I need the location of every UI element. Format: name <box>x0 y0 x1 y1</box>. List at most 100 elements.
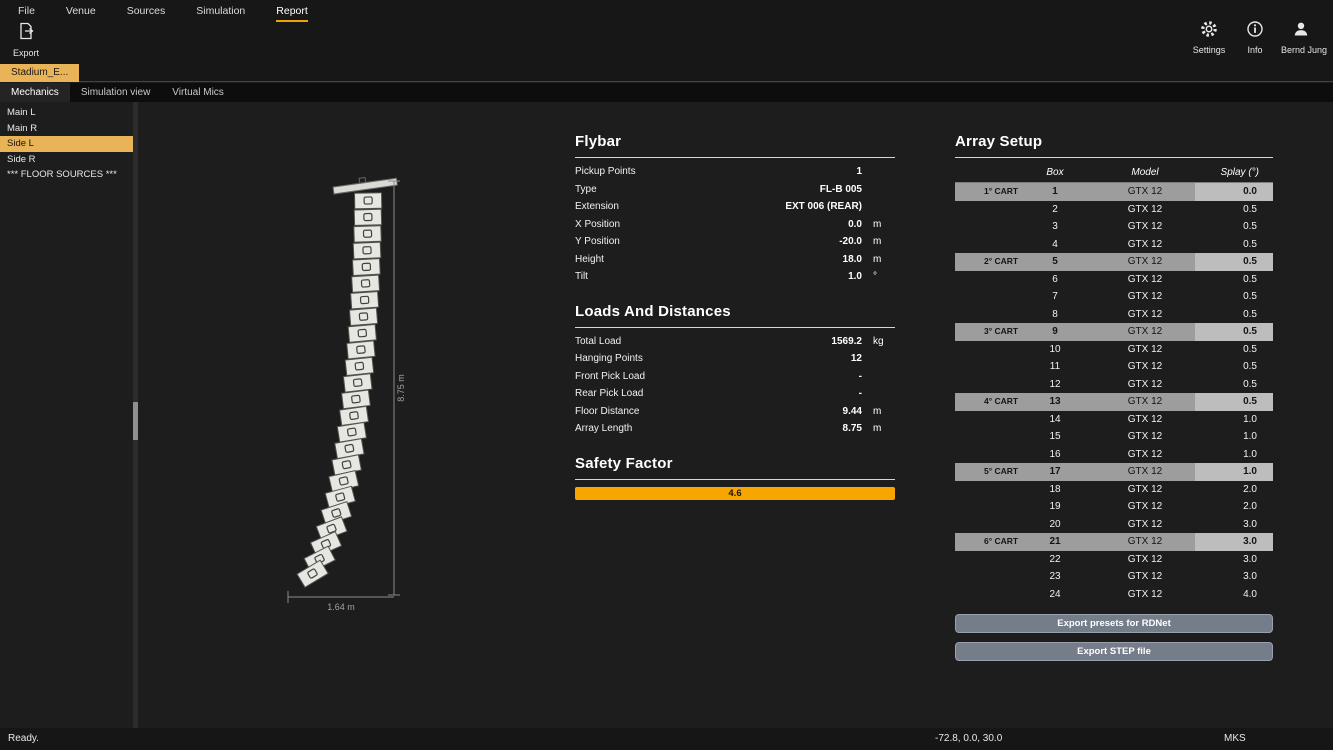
tab-virtual-mics[interactable]: Virtual Mics <box>161 83 235 102</box>
tab-simulation-view[interactable]: Simulation view <box>70 83 161 102</box>
splay-cell: 0.5 <box>1195 201 1273 219</box>
cart-cell <box>955 411 1015 429</box>
splay-cell: 3.0 <box>1195 533 1273 551</box>
tab-mechanics[interactable]: Mechanics <box>0 83 70 102</box>
menu-item-file[interactable]: File <box>18 5 35 22</box>
box-cell: 3 <box>1015 218 1095 236</box>
array-row[interactable]: 14GTX 121.0 <box>955 411 1273 429</box>
property-row: Tilt1.0° <box>575 268 895 286</box>
cart-header-spacer <box>955 163 1015 183</box>
model-cell: GTX 12 <box>1095 586 1195 604</box>
property-value: - <box>859 388 862 399</box>
array-row[interactable]: 18GTX 122.0 <box>955 481 1273 499</box>
array-row[interactable]: 19GTX 122.0 <box>955 498 1273 516</box>
array-row[interactable]: 2° CART5GTX 120.5 <box>955 253 1273 271</box>
settings-button[interactable]: Settings <box>1189 20 1229 55</box>
array-row[interactable]: 22GTX 123.0 <box>955 551 1273 569</box>
array-row[interactable]: 1° CART1GTX 120.0 <box>955 183 1273 201</box>
property-row: Total Load1569.2kg <box>575 333 895 351</box>
box-cell: 4 <box>1015 236 1095 254</box>
splay-cell: 1.0 <box>1195 411 1273 429</box>
model-cell: GTX 12 <box>1095 218 1195 236</box>
array-row[interactable]: 6° CART21GTX 123.0 <box>955 533 1273 551</box>
settings-label: Settings <box>1189 45 1229 55</box>
document-tab[interactable]: Stadium_E... <box>0 64 79 82</box>
property-value: - <box>859 371 862 382</box>
array-row[interactable]: 10GTX 120.5 <box>955 341 1273 359</box>
sidebar-item-main-l[interactable]: Main L <box>0 105 133 121</box>
array-row[interactable]: 5° CART17GTX 121.0 <box>955 463 1273 481</box>
array-box-4 <box>353 242 381 259</box>
flybar-properties: Pickup Points1TypeFL-B 005ExtensionEXT 0… <box>575 163 895 286</box>
menu-item-venue[interactable]: Venue <box>66 5 96 22</box>
menu-item-simulation[interactable]: Simulation <box>196 5 245 22</box>
dimension-width-label: 1.64 m <box>327 602 355 612</box>
splay-cell: 1.0 <box>1195 446 1273 464</box>
array-row[interactable]: 12GTX 120.5 <box>955 376 1273 394</box>
sidebar-item-floor-sources[interactable]: *** FLOOR SOURCES *** <box>0 167 133 183</box>
cart-cell: 4° CART <box>955 393 1015 411</box>
cart-cell <box>955 201 1015 219</box>
array-row[interactable]: 24GTX 124.0 <box>955 586 1273 604</box>
property-value: -20.0 <box>839 236 862 247</box>
property-unit: ° <box>862 271 895 282</box>
cart-cell: 6° CART <box>955 533 1015 551</box>
box-cell: 14 <box>1015 411 1095 429</box>
safety-section: Safety Factor 4.6 <box>575 455 895 500</box>
array-row[interactable]: 23GTX 123.0 <box>955 568 1273 586</box>
export-rdnet-button[interactable]: Export presets for RDNet <box>955 614 1273 633</box>
model-cell: GTX 12 <box>1095 183 1195 201</box>
export-icon <box>16 21 36 41</box>
array-row[interactable]: 7GTX 120.5 <box>955 288 1273 306</box>
menu-item-report[interactable]: Report <box>276 5 308 22</box>
splay-column-header: Splay (°) <box>1195 163 1273 183</box>
sidebar-item-side-l[interactable]: Side L <box>0 136 133 152</box>
property-value: 1 <box>856 166 862 177</box>
cart-cell <box>955 358 1015 376</box>
array-box-5 <box>352 259 380 276</box>
model-cell: GTX 12 <box>1095 568 1195 586</box>
box-cell: 18 <box>1015 481 1095 499</box>
info-button[interactable]: Info <box>1235 20 1275 55</box>
array-row[interactable]: 16GTX 121.0 <box>955 446 1273 464</box>
box-cell: 9 <box>1015 323 1095 341</box>
sidebar-item-main-r[interactable]: Main R <box>0 121 133 137</box>
loads-section: Loads And Distances Total Load1569.2kgHa… <box>575 303 895 438</box>
property-row: Height18.0m <box>575 251 895 269</box>
property-row: X Position0.0m <box>575 216 895 234</box>
array-row[interactable]: 8GTX 120.5 <box>955 306 1273 324</box>
sidebar-item-side-r[interactable]: Side R <box>0 152 133 168</box>
menu-item-sources[interactable]: Sources <box>127 5 166 22</box>
export-button[interactable]: Export <box>8 21 44 58</box>
array-row[interactable]: 3GTX 120.5 <box>955 218 1273 236</box>
flybar-section: Flybar Pickup Points1TypeFL-B 005Extensi… <box>575 133 895 286</box>
property-label: Rear Pick Load <box>575 388 859 399</box>
box-cell: 1 <box>1015 183 1095 201</box>
property-value: 1.0 <box>848 271 862 282</box>
user-button[interactable]: Bernd Jung <box>1281 20 1321 55</box>
property-row: Front Pick Load- <box>575 368 895 386</box>
array-row[interactable]: 4GTX 120.5 <box>955 236 1273 254</box>
export-step-button[interactable]: Export STEP file <box>955 642 1273 661</box>
cart-cell <box>955 306 1015 324</box>
array-row[interactable]: 3° CART9GTX 120.5 <box>955 323 1273 341</box>
array-box-7 <box>351 292 379 309</box>
box-cell: 21 <box>1015 533 1095 551</box>
model-cell: GTX 12 <box>1095 236 1195 254</box>
array-box-3 <box>354 226 382 242</box>
splay-cell: 0.0 <box>1195 183 1273 201</box>
safety-factor-bar: 4.6 <box>575 487 895 500</box>
property-label: Front Pick Load <box>575 371 859 382</box>
array-row[interactable]: 4° CART13GTX 120.5 <box>955 393 1273 411</box>
splay-cell: 3.0 <box>1195 516 1273 534</box>
array-box-10 <box>347 341 375 359</box>
array-row[interactable]: 15GTX 121.0 <box>955 428 1273 446</box>
array-row[interactable]: 11GTX 120.5 <box>955 358 1273 376</box>
array-row[interactable]: 20GTX 123.0 <box>955 516 1273 534</box>
array-box-12 <box>343 374 372 392</box>
array-row[interactable]: 6GTX 120.5 <box>955 271 1273 289</box>
cart-cell <box>955 446 1015 464</box>
report-content: 8.75 m 1.64 m Flybar Pickup Points1TypeF… <box>138 102 1333 728</box>
array-row[interactable]: 2GTX 120.5 <box>955 201 1273 219</box>
cart-cell <box>955 288 1015 306</box>
